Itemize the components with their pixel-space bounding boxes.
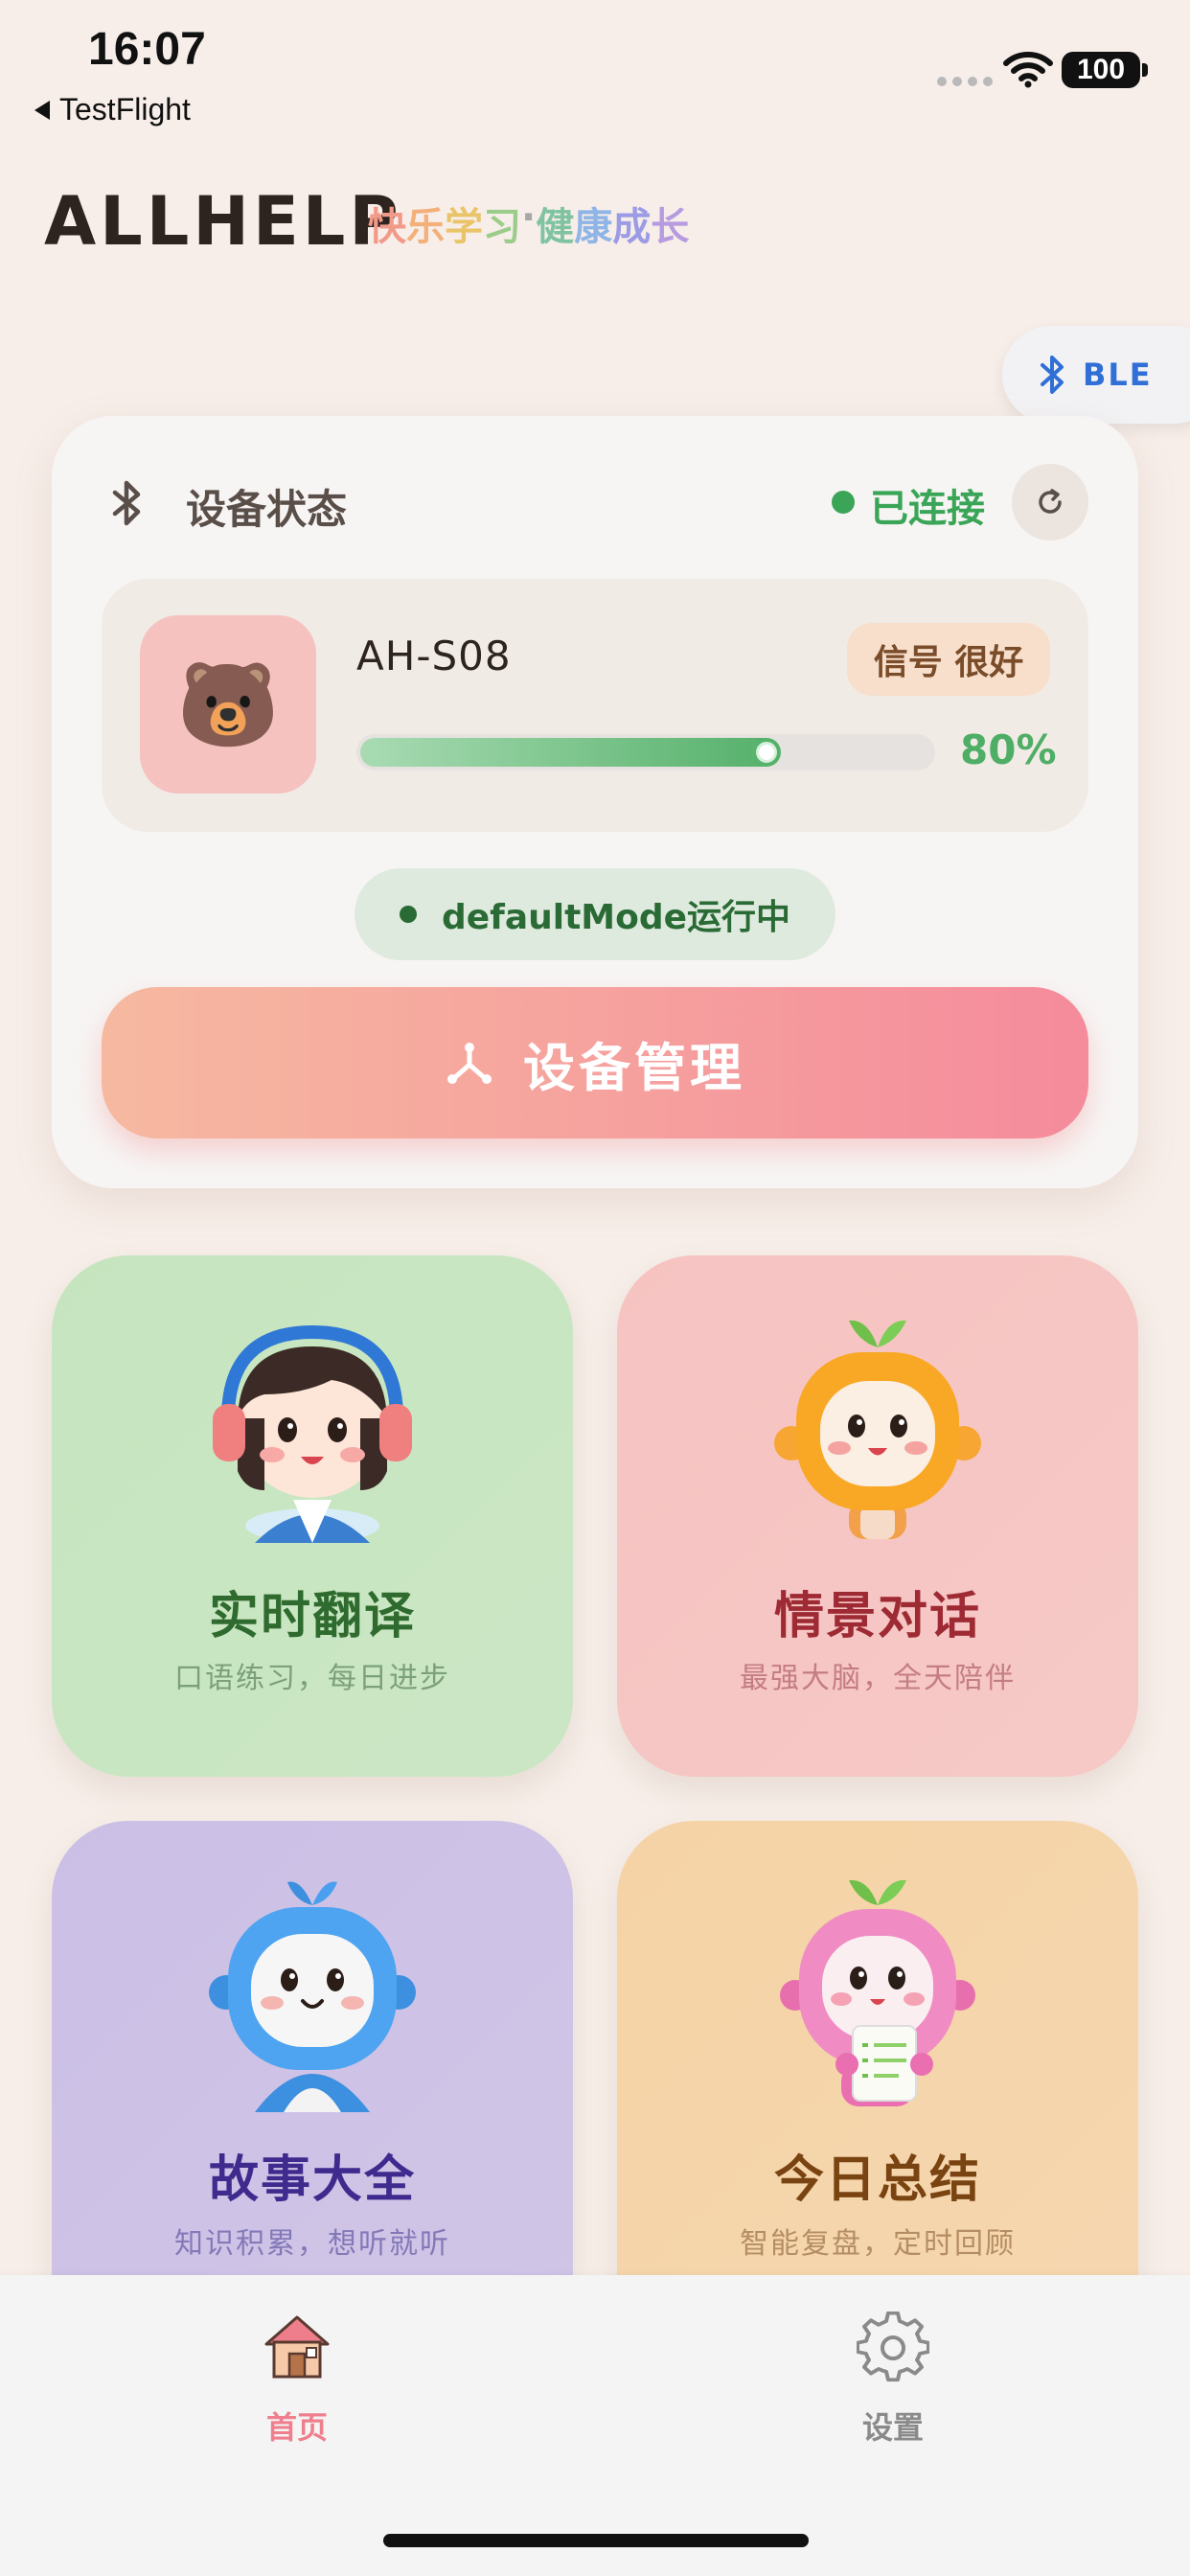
ble-label: BLE: [1083, 356, 1153, 393]
tab-settings[interactable]: 设置: [826, 2298, 960, 2446]
back-arrow-icon: [34, 100, 50, 120]
device-manage-label: 设备管理: [523, 1037, 745, 1098]
brand-logo-text: ALLHELP: [44, 182, 402, 261]
feature-subtitle-translate: 口语练习，每日进步: [174, 1662, 450, 1695]
house-icon: [264, 2315, 330, 2379]
feature-title-dialogue: 情景对话: [773, 1588, 981, 1645]
tab-settings-label: 设置: [862, 2409, 925, 2446]
battery-percent: 80%: [960, 726, 1057, 773]
mode-status-pill: defaultMode运行中: [355, 868, 835, 960]
slogan-char: 快: [368, 205, 406, 249]
battery-bar-knob: [756, 742, 777, 763]
back-to-testflight[interactable]: TestFlight: [34, 92, 191, 127]
mascot-orange-robot-icon: [774, 1320, 981, 1539]
device-status-title: 设备状态: [186, 486, 348, 533]
slogan-char: 健: [536, 205, 575, 249]
slogan-char: 成: [612, 205, 652, 249]
status-time: 16:07: [88, 24, 206, 75]
mascot-girl-headphones-icon: [213, 1324, 412, 1543]
signal-badge: 信号 很好: [847, 623, 1050, 696]
device-manage-button[interactable]: 设备管理: [102, 987, 1088, 1138]
feature-title-summary: 今日总结: [773, 2151, 981, 2209]
network-icon: [447, 1043, 492, 1084]
mode-text: defaultMode运行中: [441, 898, 791, 937]
mascot-pink-robot-icon: [780, 1879, 975, 2106]
feature-subtitle-stories: 知识积累，想听就听: [174, 2227, 450, 2261]
device-avatar: 🐻: [140, 615, 316, 794]
slogan-char: 习: [483, 205, 521, 249]
bluetooth-icon: [112, 480, 141, 526]
refresh-icon: [1039, 489, 1062, 514]
slogan-char: 康: [574, 205, 613, 249]
connection-status: 已连接: [870, 487, 985, 531]
ble-button[interactable]: BLE: [1002, 326, 1190, 424]
tab-home-label: 首页: [266, 2409, 329, 2446]
slogan-char: ·: [521, 196, 537, 240]
back-app-label: TestFlight: [59, 92, 191, 126]
slogan-char: 乐: [406, 205, 445, 249]
refresh-button[interactable]: [1012, 464, 1088, 540]
gear-icon: [857, 2312, 929, 2382]
feature-title-stories: 故事大全: [208, 2151, 416, 2209]
slogan: 快乐学习 · 健康成长: [368, 196, 689, 251]
feature-subtitle-dialogue: 最强大脑，全天陪伴: [740, 1662, 1016, 1695]
slogan-char: 学: [445, 205, 483, 249]
battery-bar-fill: [360, 738, 781, 767]
cellular-signal-icon: [937, 77, 993, 86]
home-indicator: [383, 2534, 809, 2547]
battery-indicator: 100: [1062, 52, 1140, 88]
slogan-char: 长: [651, 205, 690, 249]
feature-title-translate: 实时翻译: [208, 1588, 416, 1645]
mode-dot: [399, 906, 417, 923]
wifi-icon: [1003, 52, 1053, 88]
connected-dot: [832, 491, 855, 514]
tab-home[interactable]: 首页: [230, 2298, 364, 2446]
feature-subtitle-summary: 智能复盘，定时回顾: [740, 2227, 1016, 2261]
bluetooth-icon: [1041, 356, 1064, 394]
tab-bar: [0, 2275, 1190, 2576]
device-name: AH-S08: [356, 632, 512, 679]
battery-tip: [1142, 63, 1148, 77]
mascot-blue-robot-icon: [209, 1881, 416, 2112]
